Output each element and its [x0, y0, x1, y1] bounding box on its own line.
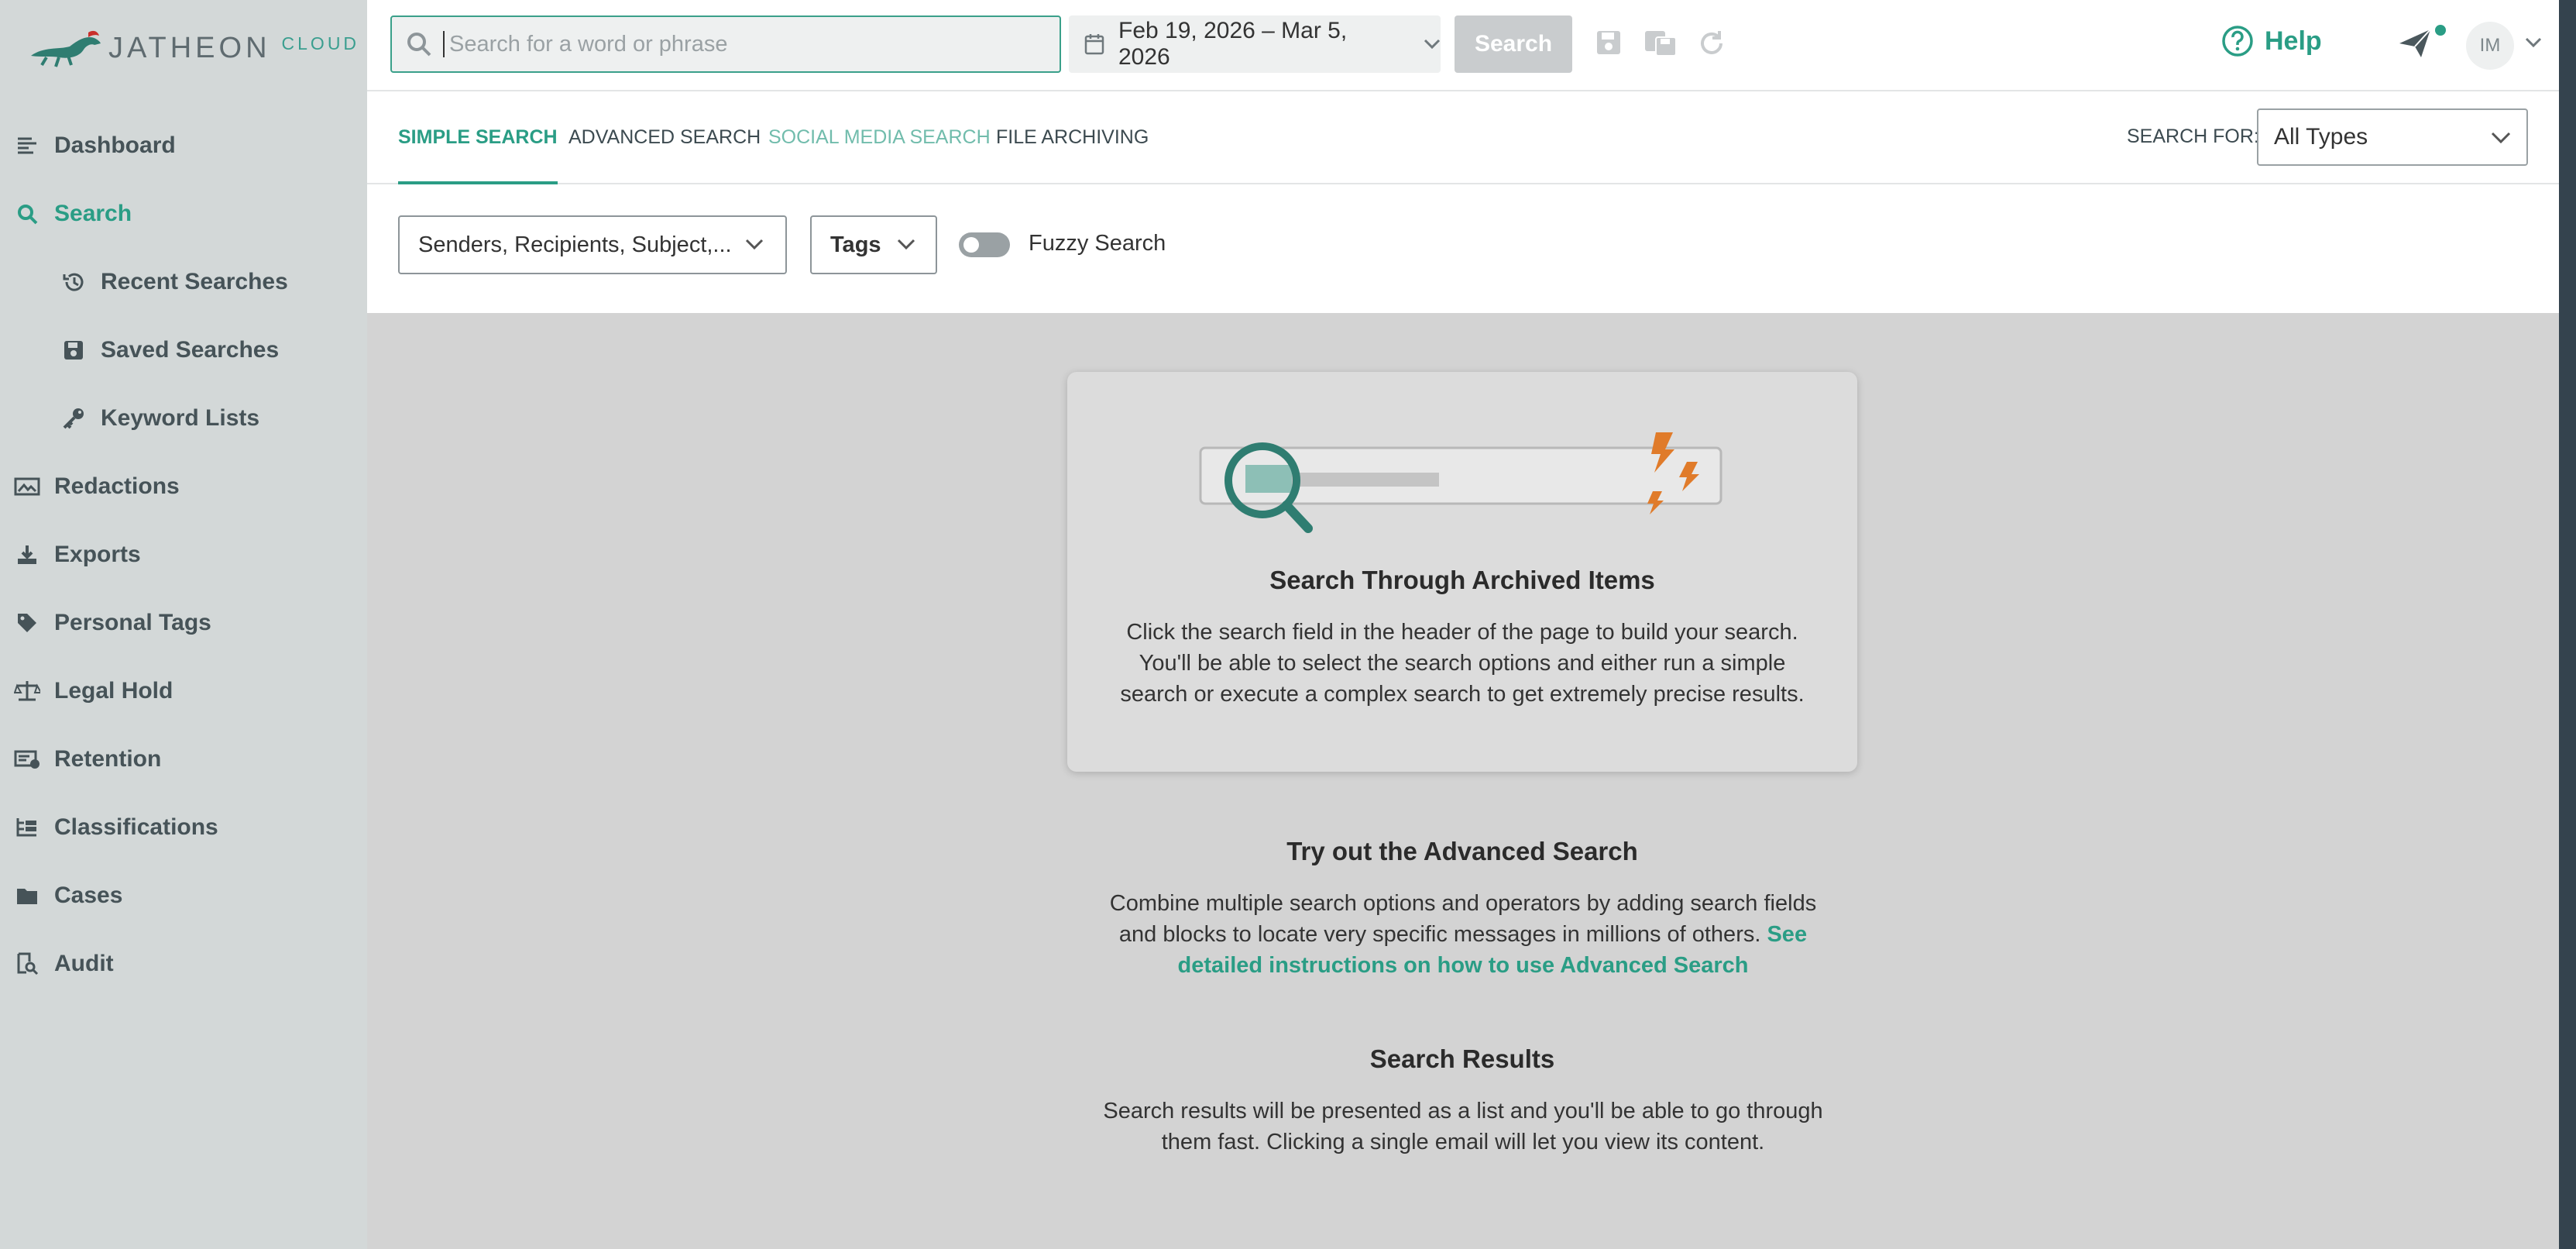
sidebar-item-label: Retention	[54, 746, 162, 772]
search-button[interactable]: Search	[1455, 15, 1572, 73]
scales-icon	[0, 680, 54, 703]
fuzzy-search-toggle[interactable]	[959, 232, 1010, 257]
sidebar-item-label: Keyword Lists	[101, 405, 260, 431]
audit-icon	[0, 952, 54, 975]
sidebar-item-recent-searches[interactable]: Recent Searches	[0, 248, 367, 316]
sidebar-nav: Dashboard Search Recent Searches Saved S…	[0, 112, 367, 998]
help-icon	[2221, 25, 2254, 57]
sidebar-item-cases[interactable]: Cases	[0, 862, 367, 930]
sidebar-item-label: Exports	[54, 542, 141, 567]
chevron-down-icon	[2491, 132, 2511, 144]
tab-advanced-search[interactable]: ADVANCED SEARCH	[568, 91, 761, 183]
key-icon	[46, 406, 101, 431]
sidebar-item-label: Redactions	[54, 473, 180, 499]
refresh-icon[interactable]	[1696, 28, 1727, 59]
search-field[interactable]	[390, 15, 1061, 73]
tag-icon	[0, 612, 54, 634]
search-icon	[0, 203, 54, 225]
sidebar-item-label: Search	[54, 201, 132, 226]
folder-icon	[0, 886, 54, 906]
send-notifications-icon[interactable]	[2398, 26, 2433, 60]
jatheon-logo[interactable]: JATHEON CLOUD	[28, 23, 359, 73]
search-icon	[406, 31, 432, 57]
search-results-description: Search results will be presented as a li…	[1103, 1099, 1823, 1154]
sidebar-item-search[interactable]: Search	[0, 180, 367, 248]
sidebar: JATHEON CLOUD Dashboard Search Recent Se…	[0, 0, 367, 1249]
sidebar-item-keyword-lists[interactable]: Keyword Lists	[0, 384, 367, 452]
fuzzy-search-label: Fuzzy Search	[1029, 231, 1166, 256]
toggle-knob	[963, 237, 979, 253]
card-title: Search Through Archived Items	[1269, 566, 1655, 594]
search-illustration-icon	[1199, 431, 1726, 539]
text-caret	[443, 31, 445, 57]
sidebar-item-label: Dashboard	[54, 132, 176, 158]
sidebar-item-label: Audit	[54, 951, 114, 976]
sidebar-item-saved-searches[interactable]: Saved Searches	[0, 316, 367, 384]
search-results-title: Search Results	[1369, 1044, 1555, 1073]
advanced-search-title: Try out the Advanced Search	[1286, 837, 1638, 865]
app-window: JATHEON CLOUD Dashboard Search Recent Se…	[0, 0, 2559, 1249]
chevron-down-icon	[1424, 39, 1441, 50]
sidebar-item-legal-hold[interactable]: Legal Hold	[0, 657, 367, 725]
filter-bar: Senders, Recipients, Subject,... Tags Fu…	[367, 184, 2559, 313]
search-tabs: SIMPLE SEARCH ADVANCED SEARCH SOCIAL MED…	[367, 91, 2559, 184]
date-range-value: Feb 19, 2026 – Mar 5, 2026	[1118, 18, 1348, 70]
sidebar-item-label: Cases	[54, 883, 123, 908]
search-fields-select[interactable]: Senders, Recipients, Subject,...	[398, 215, 787, 274]
top-bar: Feb 19, 2026 – Mar 5, 2026 Search Help I…	[367, 0, 2559, 91]
search-input[interactable]	[448, 30, 1039, 58]
advanced-search-text: Combine multiple search options and oper…	[1109, 891, 1817, 947]
search-content-area: Search Through Archived Items Click the …	[367, 313, 2559, 1249]
redaction-icon	[0, 476, 54, 497]
background-desktop-strip	[2559, 0, 2576, 1249]
tags-dropdown[interactable]: Tags	[810, 215, 937, 274]
chevron-down-icon[interactable]	[2525, 37, 2542, 48]
download-icon	[0, 544, 54, 566]
search-type-value: All Types	[2274, 124, 2368, 150]
logo-cloud-label: CLOUD	[281, 33, 360, 53]
chevron-down-icon	[745, 239, 764, 251]
dashboard-icon	[0, 136, 54, 156]
history-icon	[46, 270, 101, 294]
archived-items-card: Search Through Archived Items Click the …	[1067, 372, 1857, 772]
sidebar-item-label: Legal Hold	[54, 678, 173, 704]
sidebar-item-label: Classifications	[54, 814, 218, 840]
sidebar-item-personal-tags[interactable]: Personal Tags	[0, 589, 367, 657]
sidebar-item-label: Personal Tags	[54, 610, 211, 635]
sidebar-item-label: Saved Searches	[101, 337, 280, 363]
chevron-down-icon	[897, 239, 915, 251]
date-range-picker[interactable]: Feb 19, 2026 – Mar 5, 2026	[1069, 15, 1441, 73]
sidebar-item-redactions[interactable]: Redactions	[0, 452, 367, 521]
retention-icon	[0, 748, 54, 770]
tab-simple-search[interactable]: SIMPLE SEARCH	[398, 91, 558, 184]
save-search-icon[interactable]	[1594, 28, 1623, 57]
sidebar-item-retention[interactable]: Retention	[0, 725, 367, 793]
search-for-label: SEARCH FOR:	[2127, 126, 2259, 147]
advanced-search-description: Combine multiple search options and oper…	[1103, 888, 1823, 981]
sidebar-item-label: Recent Searches	[101, 269, 288, 294]
floppy-disk-icon	[46, 339, 101, 361]
help-label: Help	[2265, 26, 2322, 56]
tab-file-archiving[interactable]: FILE ARCHIVING	[996, 91, 1149, 183]
notification-dot	[2435, 25, 2446, 36]
classification-icon	[0, 817, 54, 838]
card-description: Click the search field in the header of …	[1120, 620, 1805, 707]
tags-label: Tags	[830, 232, 881, 257]
sidebar-item-dashboard[interactable]: Dashboard	[0, 112, 367, 180]
lizard-logo-icon	[31, 30, 101, 67]
logo-wordmark: JATHEON	[108, 31, 271, 64]
avatar[interactable]: IM	[2466, 22, 2514, 70]
sidebar-item-audit[interactable]: Audit	[0, 930, 367, 998]
help-link[interactable]: Help	[2221, 25, 2322, 57]
calendar-icon	[1084, 33, 1104, 55]
sidebar-item-classifications[interactable]: Classifications	[0, 793, 367, 862]
tab-social-media-search[interactable]: SOCIAL MEDIA SEARCH	[768, 91, 991, 183]
sidebar-item-exports[interactable]: Exports	[0, 521, 367, 589]
search-fields-value: Senders, Recipients, Subject,...	[418, 232, 732, 257]
save-as-icon[interactable]	[1643, 28, 1678, 57]
search-type-select[interactable]: All Types	[2257, 108, 2528, 166]
